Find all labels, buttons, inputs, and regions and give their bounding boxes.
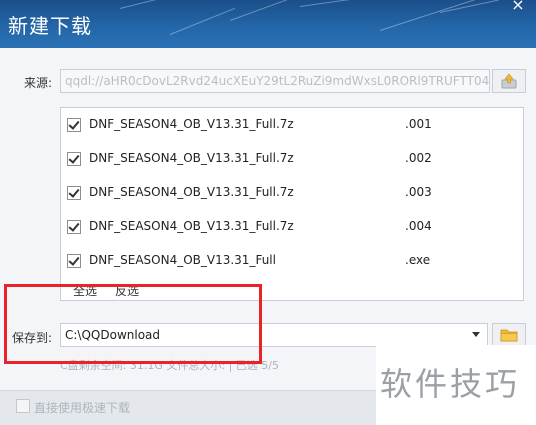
file-name: DNF_SEASON4_OB_V13.31_Full.7z xyxy=(89,117,294,131)
file-row[interactable]: DNF_SEASON4_OB_V13.31_Full.7z .004 xyxy=(61,210,523,244)
title-bar: 新建下载 × xyxy=(0,0,536,48)
file-row[interactable]: DNF_SEASON4_OB_V13.31_Full.7z .003 xyxy=(61,176,523,210)
watermark-text: 软件技巧 xyxy=(380,365,521,403)
watermark: 软件技巧 xyxy=(376,345,536,425)
file-row[interactable]: DNF_SEASON4_OB_V13.31_Full .exe xyxy=(61,244,523,278)
file-checkbox[interactable] xyxy=(67,186,81,200)
upload-icon xyxy=(501,73,517,89)
file-extension: .004 xyxy=(405,219,432,233)
file-name: DNF_SEASON4_OB_V13.31_Full xyxy=(89,253,276,267)
folder-icon xyxy=(500,329,518,342)
file-checkbox[interactable] xyxy=(67,152,81,166)
file-name: DNF_SEASON4_OB_V13.31_Full.7z xyxy=(89,185,294,199)
fast-download-checkbox[interactable] xyxy=(16,399,30,413)
file-checkbox[interactable] xyxy=(67,118,81,132)
file-extension: .003 xyxy=(405,185,432,199)
save-path-dropdown-icon[interactable] xyxy=(472,332,480,337)
file-extension: .002 xyxy=(405,151,432,165)
file-row[interactable]: DNF_SEASON4_OB_V13.31_Full.7z .002 xyxy=(61,142,523,176)
browse-folder-button[interactable] xyxy=(492,323,526,347)
close-button[interactable]: × xyxy=(506,0,530,14)
file-name: DNF_SEASON4_OB_V13.31_Full.7z xyxy=(89,219,294,233)
highlight-box xyxy=(4,284,262,364)
file-extension: .001 xyxy=(405,117,432,131)
fast-download-label: 直接使用极速下载 xyxy=(34,401,131,415)
file-checkbox[interactable] xyxy=(67,254,81,268)
file-name: DNF_SEASON4_OB_V13.31_Full.7z xyxy=(89,151,294,165)
file-extension: .exe xyxy=(405,253,431,267)
source-browse-button[interactable] xyxy=(492,69,526,93)
window-title: 新建下载 xyxy=(8,14,92,38)
source-label: 来源: xyxy=(24,76,53,90)
file-row[interactable]: DNF_SEASON4_OB_V13.31_Full.7z .001 xyxy=(61,108,523,142)
source-url-field[interactable]: qqdl://aHR0cDovL2Rvd24ucXEuY29tL2RuZi9md… xyxy=(60,69,490,93)
file-checkbox[interactable] xyxy=(67,220,81,234)
file-list: DNF_SEASON4_OB_V13.31_Full.7z .001 DNF_S… xyxy=(60,107,524,301)
